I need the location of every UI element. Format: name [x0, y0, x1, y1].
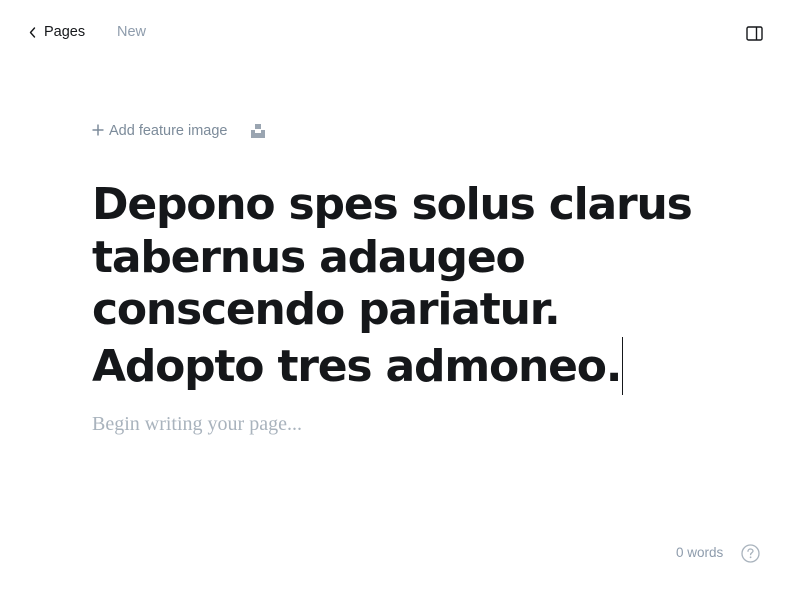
back-to-pages-link[interactable]: Pages: [28, 22, 85, 42]
post-status: New: [117, 24, 147, 40]
help-button[interactable]: [740, 543, 760, 563]
sidebar-panel-icon: [745, 25, 763, 41]
page-editor: Pages New Add feature image Depono spes …: [0, 0, 800, 600]
text-cursor: [622, 336, 624, 395]
plus-icon: [92, 121, 104, 139]
add-feature-image-label: Add feature image: [109, 123, 228, 139]
chevron-left-icon: [28, 22, 36, 42]
post-title-input[interactable]: Depono spes solus clarus tabernus adauge…: [92, 179, 693, 395]
feature-image-row: Add feature image: [92, 118, 712, 144]
unsplash-icon: [250, 124, 265, 138]
editor-header: Pages New: [0, 0, 800, 64]
post-title-text: Depono spes solus clarus tabernus adauge…: [92, 179, 693, 392]
post-body-editor[interactable]: Begin writing your page...: [92, 413, 712, 436]
help-question-icon: [740, 543, 760, 563]
word-count: 0 words: [676, 545, 724, 560]
settings-sidebar-toggle[interactable]: [743, 22, 765, 44]
back-link-label: Pages: [44, 24, 86, 40]
unsplash-button[interactable]: [250, 123, 266, 139]
editor-canvas: Add feature image Depono spes solus clar…: [92, 118, 712, 436]
add-feature-image-button[interactable]: Add feature image: [92, 123, 228, 139]
